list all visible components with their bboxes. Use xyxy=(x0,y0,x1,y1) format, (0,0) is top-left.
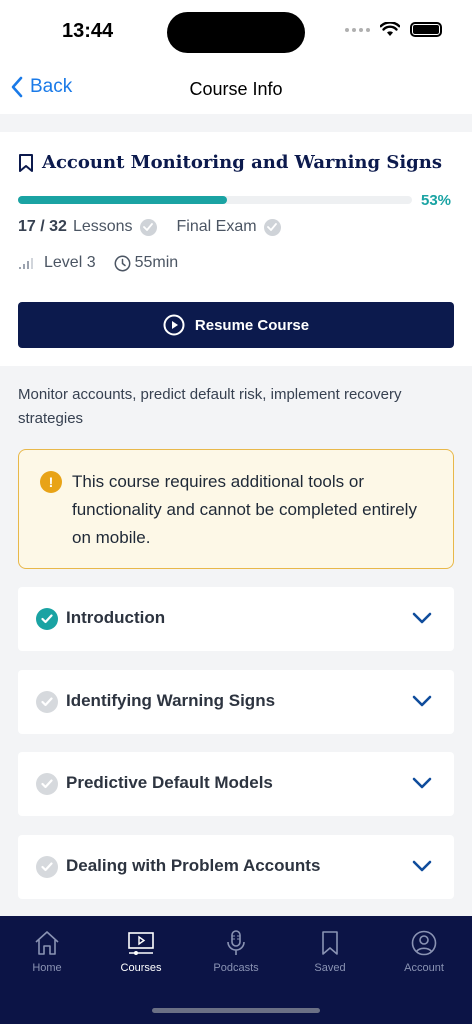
section-item[interactable]: Predictive Default Models xyxy=(18,752,454,816)
section-check-icon xyxy=(36,608,58,630)
section-item[interactable]: Identifying Warning Signs xyxy=(18,670,454,734)
level-bars-icon xyxy=(19,258,33,269)
progress-bar-fill xyxy=(18,196,227,204)
wifi-icon xyxy=(380,22,400,36)
progress-bar xyxy=(18,196,412,204)
status-time: 13:44 xyxy=(62,20,114,42)
navigation-bar: Back Course Info xyxy=(0,64,472,114)
cellular-signal-icon xyxy=(345,27,370,32)
final-exam-check-icon xyxy=(263,218,281,236)
course-title-row: Account Monitoring and Warning Signs xyxy=(18,152,442,173)
tab-courses[interactable]: Courses xyxy=(94,930,188,974)
play-circle-icon xyxy=(163,314,185,336)
progress-percent: 53% xyxy=(421,192,452,209)
course-description: Monitor accounts, predict default risk, … xyxy=(18,386,402,427)
bookmark-icon[interactable] xyxy=(18,153,34,173)
section-check-icon xyxy=(36,856,58,878)
tab-account[interactable]: Account xyxy=(377,930,471,974)
warning-icon: ! xyxy=(40,471,62,493)
section-item[interactable]: Introduction xyxy=(18,587,454,651)
chevron-down-icon[interactable] xyxy=(412,776,432,790)
tab-home-label: Home xyxy=(32,962,62,974)
section-check-icon xyxy=(36,691,58,713)
resume-course-label: Resume Course xyxy=(194,316,310,334)
section-label: Dealing with Problem Accounts xyxy=(66,856,321,875)
course-card: Account Monitoring and Warning Signs 53%… xyxy=(0,132,472,366)
page-title: Course Info xyxy=(189,79,283,99)
duration-label: 55min xyxy=(134,254,179,271)
section-label: Predictive Default Models xyxy=(66,773,273,792)
level-label: Level 3 xyxy=(44,254,96,271)
tab-account-label: Account xyxy=(404,962,444,974)
battery-icon xyxy=(410,22,442,37)
home-icon xyxy=(35,931,59,955)
resume-course-button[interactable]: Resume Course xyxy=(18,302,454,348)
course-title: Account Monitoring and Warning Signs xyxy=(42,152,442,173)
dynamic-island xyxy=(167,12,305,53)
chevron-down-icon[interactable] xyxy=(412,694,432,708)
tab-saved[interactable]: Saved xyxy=(283,930,377,974)
bookmark-icon xyxy=(322,931,338,955)
level-duration-row: Level 3 55min xyxy=(18,254,178,272)
section-check-icon xyxy=(36,773,58,795)
status-bar: 13:44 xyxy=(0,0,472,64)
section-item[interactable]: Dealing with Problem Accounts xyxy=(18,835,454,899)
status-icons xyxy=(345,22,442,37)
account-icon xyxy=(411,930,437,956)
clock-icon xyxy=(114,255,131,271)
tab-podcasts[interactable]: Podcasts xyxy=(189,930,283,974)
warning-text: This course requires additional tools or… xyxy=(72,472,417,547)
mobile-warning-box: ! This course requires additional tools … xyxy=(18,449,454,569)
home-indicator xyxy=(152,1008,320,1013)
tab-home[interactable]: Home xyxy=(0,930,94,974)
lessons-check-icon xyxy=(139,218,157,236)
tab-saved-label: Saved xyxy=(314,962,346,974)
tab-podcasts-label: Podcasts xyxy=(213,962,259,974)
chevron-down-icon[interactable] xyxy=(412,859,432,873)
lessons-label: Lessons xyxy=(72,218,133,235)
lessons-count: 17 / 32 xyxy=(18,218,67,235)
courses-icon xyxy=(128,932,154,955)
lessons-row: 17 / 32 Lessons Final Exam xyxy=(18,218,281,236)
chevron-down-icon[interactable] xyxy=(412,611,432,625)
tab-courses-label: Courses xyxy=(120,962,162,974)
microphone-icon xyxy=(227,930,245,955)
section-label: Identifying Warning Signs xyxy=(66,691,276,710)
section-label: Introduction xyxy=(66,608,166,627)
final-exam-label: Final Exam xyxy=(176,218,257,235)
